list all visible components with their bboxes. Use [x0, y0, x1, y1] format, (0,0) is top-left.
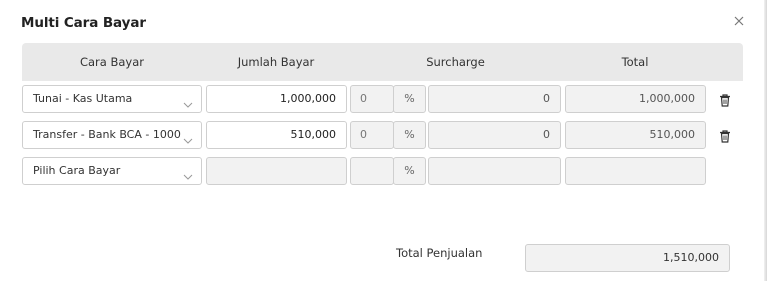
amount-input[interactable]: 1,000,000 [206, 85, 347, 113]
header-total: Total [621, 55, 649, 69]
payment-method-placeholder: Pilih Cara Bayar [33, 164, 121, 177]
amount-input [206, 157, 347, 185]
table-header: Cara Bayar Jumlah Bayar Surcharge Total [22, 43, 743, 81]
surcharge-amount-field: 0 [428, 121, 561, 149]
multi-payment-dialog: Multi Cara Bayar Cara Bayar Jumlah Bayar… [0, 0, 767, 281]
payment-method-select[interactable]: Pilih Cara Bayar [22, 157, 202, 185]
header-cara-bayar: Cara Bayar [79, 55, 145, 69]
surcharge-percent-input[interactable]: 0 [350, 85, 394, 113]
chevron-down-icon [183, 166, 193, 180]
amount-input[interactable]: 510,000 [206, 121, 347, 149]
row-total-field: 510,000 [565, 121, 706, 149]
close-icon[interactable] [732, 13, 746, 27]
payment-method-select[interactable]: Transfer - Bank BCA - 1000 [22, 121, 202, 149]
percent-addon: % [393, 157, 426, 185]
percent-addon: % [393, 85, 426, 113]
trash-icon[interactable] [719, 128, 731, 143]
percent-addon: % [393, 121, 426, 149]
total-sales-label: Total Penjualan [396, 246, 483, 260]
chevron-down-icon [183, 94, 193, 108]
trash-icon[interactable] [719, 92, 731, 107]
surcharge-percent-input[interactable]: 0 [350, 121, 394, 149]
header-surcharge: Surcharge [426, 55, 485, 69]
row-total-field: 1,000,000 [565, 85, 706, 113]
header-jumlah-bayar: Jumlah Bayar [237, 55, 315, 69]
dialog-title: Multi Cara Bayar [21, 15, 146, 31]
payment-method-value: Tunai - Kas Utama [33, 92, 133, 105]
surcharge-amount-field: 0 [428, 85, 561, 113]
total-sales-value: 1,510,000 [525, 244, 730, 272]
payment-method-select[interactable]: Tunai - Kas Utama [22, 85, 202, 113]
payment-method-value: Transfer - Bank BCA - 1000 [33, 128, 181, 141]
chevron-down-icon [183, 130, 193, 144]
surcharge-amount-field [428, 157, 561, 185]
row-total-field [565, 157, 706, 185]
surcharge-percent-input [350, 157, 394, 185]
